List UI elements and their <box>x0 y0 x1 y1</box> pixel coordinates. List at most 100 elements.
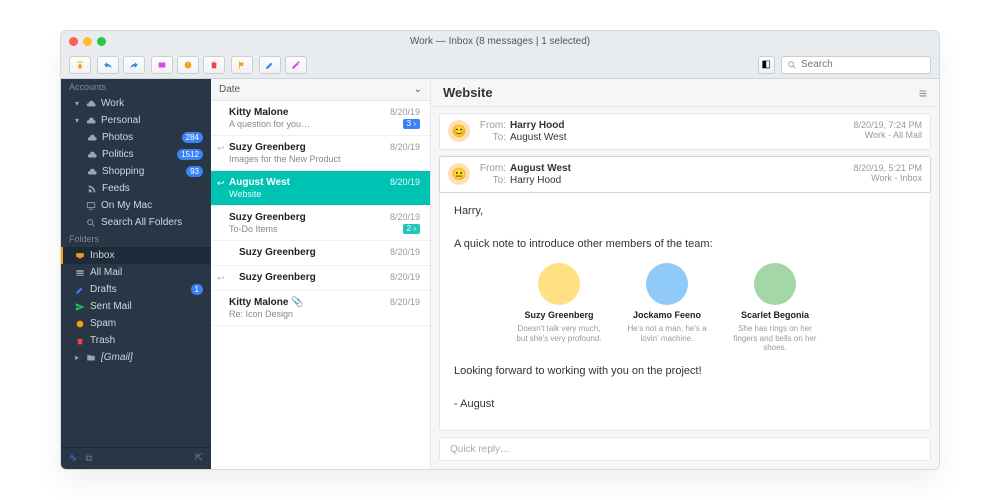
main-body: Accounts ▾Work ▾Personal Photos284 Polit… <box>61 79 939 469</box>
label-politics[interactable]: Politics1512 <box>61 146 211 163</box>
reply-button[interactable] <box>97 56 119 74</box>
sidebar-footer: ∿ ⧉ ⇱ <box>61 447 211 469</box>
message-row[interactable]: Suzy Greenberg 8/20/19 <box>211 241 430 266</box>
message-list-pane: Date ⌄ Kitty Malone 8/20/19 A question for… <box>211 79 431 469</box>
sidebar-section-accounts: Accounts <box>61 79 211 95</box>
cloud-icon <box>87 150 97 160</box>
compose-button[interactable] <box>285 56 307 74</box>
delete-button[interactable] <box>203 56 225 74</box>
message-subject: Website <box>443 85 493 100</box>
unread-badge: 1512 <box>177 149 203 160</box>
message-date: 8/20/19 <box>390 142 420 153</box>
contacts-icon[interactable]: ⧉ <box>85 453 92 464</box>
reply-indicator-icon: ↩ <box>217 273 225 284</box>
archive-button[interactable] <box>151 56 173 74</box>
team-member: Jockamo Feeno He's not a man, he's a lov… <box>622 263 712 353</box>
monitor-icon <box>86 201 96 211</box>
search-icon <box>86 218 96 228</box>
message-sender: Suzy Greenberg <box>239 247 316 258</box>
message-list: Kitty Malone 8/20/19 A question for you… 3 … <box>211 101 430 469</box>
message-row[interactable]: Kitty Malone8/20/19A question for you…3 … <box>211 101 430 136</box>
toolbar: ! ◧ Search <box>61 51 939 79</box>
search-scope-button[interactable]: ◧ <box>758 56 775 74</box>
gmail-folder[interactable]: ▸[Gmail] <box>61 349 211 366</box>
search-input[interactable]: Search <box>781 56 931 74</box>
message-subject-preview: To-Do Items <box>229 224 278 234</box>
quick-reply-input[interactable]: Quick reply… <box>439 437 931 461</box>
search-placeholder: Search <box>801 59 833 70</box>
avatar-icon: 😐 <box>448 163 470 185</box>
label-shopping[interactable]: Shopping93 <box>61 163 211 180</box>
folder-trash[interactable]: Trash <box>61 332 211 349</box>
folder-icon <box>86 353 96 363</box>
header-source: Work - Inbox <box>853 173 922 183</box>
team-member: Scarlet Begonia She has rings on her fin… <box>730 263 820 353</box>
message-row[interactable]: ↩ August West 8/20/19 Website <box>211 171 430 206</box>
accounts-sidebar: Accounts ▾Work ▾Personal Photos284 Polit… <box>61 79 211 469</box>
label-feeds[interactable]: Feeds <box>61 180 211 197</box>
avatar-icon <box>646 263 688 305</box>
header-from: Harry Hood <box>510 120 564 131</box>
reading-pane: Website ≡ 😊From:Harry HoodTo:August West… <box>431 79 939 469</box>
message-subject-preview: Re: Icon Design <box>229 309 293 319</box>
search-icon <box>787 60 797 70</box>
message-row[interactable]: ↩Suzy Greenberg8/20/19Images for the New… <box>211 136 430 171</box>
folder-inbox[interactable]: Inbox <box>61 247 211 264</box>
message-menu-icon[interactable]: ≡ <box>919 85 927 101</box>
folder-all-mail[interactable]: All Mail <box>61 264 211 281</box>
account-work[interactable]: ▾Work <box>61 95 211 112</box>
message-date: 8/20/19 <box>390 212 420 223</box>
cloud-icon <box>87 167 97 177</box>
message-header-card[interactable]: 😐From:August WestTo:Harry Hood8/20/19, 5… <box>439 156 931 193</box>
message-date: 8/20/19 <box>390 297 420 308</box>
message-subject-preview: A question for you… <box>229 119 310 129</box>
flag-button[interactable] <box>231 56 253 74</box>
chevron-down-icon: ⌄ <box>414 84 422 95</box>
forward-button[interactable] <box>123 56 145 74</box>
reply-indicator-icon: ↩ <box>217 143 225 154</box>
titlebar: Work — Inbox (8 messages | 1 selected) <box>61 31 939 51</box>
compose-draft-button[interactable] <box>259 56 281 74</box>
message-sender: Kitty Malone 📎 <box>229 297 304 308</box>
message-subject-preview: Website <box>229 189 261 199</box>
account-onmymac[interactable]: On My Mac <box>61 197 211 214</box>
message-row[interactable]: Suzy Greenberg8/20/19To-Do Items2 › <box>211 206 430 241</box>
reply-indicator-icon: ↩ <box>217 178 225 189</box>
sort-column-label: Date <box>219 84 240 95</box>
folder-spam[interactable]: Spam <box>61 315 211 332</box>
receive-button[interactable] <box>69 56 91 74</box>
message-row[interactable]: ↩Suzy Greenberg8/20/19 <box>211 266 430 291</box>
trash-icon <box>75 336 85 346</box>
message-date: 8/20/19 <box>390 177 420 188</box>
message-sender: Kitty Malone <box>229 107 288 118</box>
message-row[interactable]: Kitty Malone 📎 8/20/19 Re: Icon Design <box>211 291 430 326</box>
unread-badge: 284 <box>182 132 203 143</box>
stack-icon <box>75 268 85 278</box>
unread-badge: 1 <box>191 284 203 295</box>
send-icon <box>75 302 85 312</box>
message-sender: Suzy Greenberg <box>229 212 306 223</box>
header-date: 8/20/19, 7:24 PM <box>853 120 922 130</box>
spam-button[interactable]: ! <box>177 56 199 74</box>
thread-count-badge: 3 › <box>403 119 420 129</box>
message-sender: August West <box>229 177 290 188</box>
pencil-icon <box>75 285 85 295</box>
message-sender: Suzy Greenberg <box>239 272 316 283</box>
cloud-icon <box>87 133 97 143</box>
search-all-folders[interactable]: Search All Folders <box>61 214 211 231</box>
folder-drafts[interactable]: Drafts1 <box>61 281 211 298</box>
message-header-card[interactable]: 😊From:Harry HoodTo:August West8/20/19, 7… <box>439 113 931 150</box>
label-photos[interactable]: Photos284 <box>61 129 211 146</box>
compose-footer-icon[interactable]: ⇱ <box>195 453 203 464</box>
folder-sent[interactable]: Sent Mail <box>61 298 211 315</box>
account-personal[interactable]: ▾Personal <box>61 112 211 129</box>
body-closing: Looking forward to working with you on t… <box>454 363 916 380</box>
message-list-header[interactable]: Date ⌄ <box>211 79 430 101</box>
body-intro: A quick note to introduce other members … <box>454 236 916 253</box>
body-signature: - August <box>454 396 916 413</box>
activity-icon[interactable]: ∿ <box>69 453 77 464</box>
avatar-icon <box>754 263 796 305</box>
cloud-icon <box>86 99 96 109</box>
message-date: 8/20/19 <box>390 247 420 258</box>
warning-icon <box>75 319 85 329</box>
